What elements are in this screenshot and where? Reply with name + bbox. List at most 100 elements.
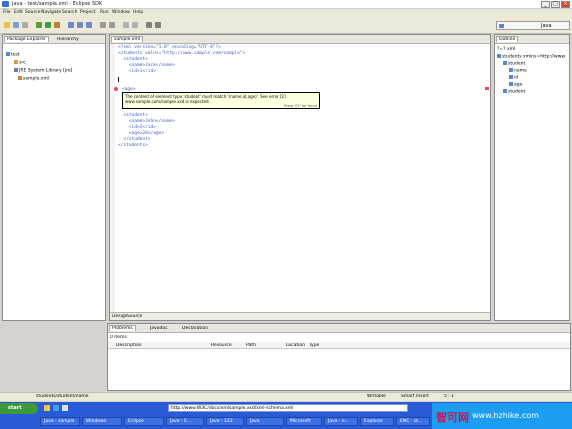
explorer-tabstrip: Package Explorer Hierarchy — [3, 35, 105, 44]
new-package-icon[interactable] — [77, 22, 83, 28]
title-bar: Java - test/sample.xml - Eclipse SDK _ □… — [0, 0, 572, 9]
code-line-5: <id>1</id> — [118, 69, 156, 74]
debug-icon[interactable] — [36, 22, 42, 28]
xml-file-icon — [18, 76, 22, 80]
element-icon — [497, 54, 501, 58]
column-type[interactable]: Type — [309, 343, 319, 348]
menu-search[interactable]: Search — [62, 10, 77, 15]
outline-item-id[interactable]: id — [509, 75, 518, 81]
task-button-2[interactable]: Windows — [82, 417, 122, 426]
column-location[interactable]: Location — [286, 343, 305, 348]
maximize-button[interactable]: □ — [551, 1, 560, 8]
editor-pane: sample.xml <?xml version="1.0" encoding=… — [109, 34, 491, 321]
open-perspective-icon — [499, 24, 504, 28]
address-bar[interactable]: http://www.W3C/docs/xmlsample.xsd/xml-sc… — [168, 404, 408, 412]
outline-item-student[interactable]: student — [503, 61, 525, 67]
tooltip-line-2: www.sample.com/sample.xsd is expected. — [125, 99, 210, 104]
tab-source[interactable]: Source — [127, 314, 142, 319]
code-line-12: </students> — [118, 143, 148, 148]
external-tools-icon[interactable] — [54, 22, 60, 28]
code-line-8: <name>John</name> — [118, 119, 175, 124]
code-line-2: <students xmlns="http://www.sample.com/s… — [118, 51, 246, 56]
outline-item-students[interactable]: students xmlns=http://www. — [497, 54, 566, 60]
menu-navigate[interactable]: Navigate — [41, 10, 61, 15]
tree-item-project[interactable]: test — [6, 52, 20, 58]
column-description[interactable]: Description — [116, 343, 142, 348]
tab-problems[interactable]: Problems — [109, 325, 136, 331]
start-button[interactable]: start — [0, 403, 38, 414]
outline-item-student-2[interactable]: student — [503, 89, 525, 95]
toolbar: Java — [0, 17, 572, 34]
error-marker-icon[interactable] — [114, 87, 118, 91]
search-icon[interactable] — [109, 22, 115, 28]
status-writable: Writable — [367, 394, 386, 399]
tree-item-src[interactable]: src — [14, 60, 26, 66]
new-class-icon[interactable] — [86, 22, 92, 28]
brand-url: www.hzhike.com — [472, 411, 539, 420]
menu-file[interactable]: File — [3, 10, 11, 15]
menu-run[interactable]: Run — [100, 10, 109, 15]
outline-item-xml-decl[interactable]: ?=? xml — [497, 47, 515, 52]
forward-icon[interactable] — [155, 22, 161, 28]
column-path[interactable]: Path — [246, 343, 256, 348]
new-icon[interactable] — [4, 22, 10, 28]
explorer-icon[interactable] — [62, 405, 68, 411]
print-icon[interactable] — [22, 22, 28, 28]
back-icon[interactable] — [146, 22, 152, 28]
menu-help[interactable]: Help — [133, 10, 143, 15]
outline-tabstrip: Outline — [495, 35, 569, 44]
task-button-1[interactable]: Java - sample — [40, 417, 80, 426]
tab-design[interactable]: Design — [112, 314, 128, 319]
problems-header: Description Resource Path Location Type — [108, 342, 570, 349]
perspective-switcher[interactable]: Java — [496, 21, 570, 30]
task-button-9[interactable]: Explorer — [360, 417, 394, 426]
outline-item-age[interactable]: age — [509, 82, 522, 88]
outline-item-name[interactable]: name — [509, 68, 527, 74]
next-annotation-icon[interactable] — [123, 22, 129, 28]
open-type-icon[interactable] — [100, 22, 106, 28]
minimize-button[interactable]: _ — [541, 1, 550, 8]
editor-tabstrip: sample.xml — [110, 35, 490, 44]
code-line-11: </student> — [118, 137, 151, 142]
column-resource[interactable]: Resource — [211, 343, 232, 348]
save-icon[interactable] — [13, 22, 19, 28]
menu-source[interactable]: Source — [25, 10, 40, 15]
overview-error-marker[interactable] — [485, 87, 489, 90]
tab-outline[interactable]: Outline — [496, 36, 519, 42]
new-java-project-icon[interactable] — [68, 22, 74, 28]
problems-summary: 0 items — [110, 335, 127, 340]
editor-ruler — [110, 44, 115, 312]
status-cursor-position: 5 : 1 — [444, 394, 455, 399]
window-title: Java - test/sample.xml - Eclipse SDK — [12, 1, 103, 7]
code-line-10: <age>20</age> — [118, 131, 165, 136]
tab-package-explorer[interactable]: Package Explorer — [4, 36, 49, 42]
outline-pane: Outline ?=? xml students xmlns=http://ww… — [494, 34, 570, 321]
task-button-8[interactable]: Java - e.. — [324, 417, 358, 426]
close-button[interactable]: × — [561, 1, 570, 8]
tab-declaration[interactable]: Declaration — [182, 326, 208, 331]
desktop-icon[interactable] — [44, 405, 50, 411]
task-button-5[interactable]: Java - 123 — [206, 417, 244, 426]
task-button-4[interactable]: Java - E... — [166, 417, 204, 426]
problems-pane: Problems Javadoc Declaration 0 items Des… — [107, 323, 571, 391]
menu-edit[interactable]: Edit — [14, 10, 23, 15]
menu-window[interactable]: Window — [112, 10, 130, 15]
eclipse-app-icon — [2, 1, 9, 7]
task-button-3[interactable]: Eclipse — [124, 417, 164, 426]
task-button-7[interactable]: Microsoft — [286, 417, 322, 426]
task-button-6[interactable]: Java — [246, 417, 284, 426]
ie-icon[interactable] — [53, 405, 59, 411]
previous-annotation-icon[interactable] — [132, 22, 138, 28]
task-button-10[interactable]: ENC - st... — [396, 417, 430, 426]
tab-hierarchy[interactable]: Hierarchy — [57, 37, 79, 42]
element-icon — [503, 89, 507, 93]
tree-item-sample-xml[interactable]: sample.xml — [18, 76, 49, 82]
run-icon[interactable] — [45, 22, 51, 28]
tree-item-jre[interactable]: JRE System Library [jre] — [14, 68, 72, 74]
element-icon — [509, 75, 513, 79]
tab-javadoc[interactable]: Javadoc — [150, 326, 168, 331]
menu-project[interactable]: Project — [80, 10, 95, 15]
error-tooltip: The content of element type 'student' mu… — [122, 92, 320, 109]
code-line-3: <student> — [118, 57, 148, 62]
tab-sample-xml[interactable]: sample.xml — [111, 36, 144, 42]
